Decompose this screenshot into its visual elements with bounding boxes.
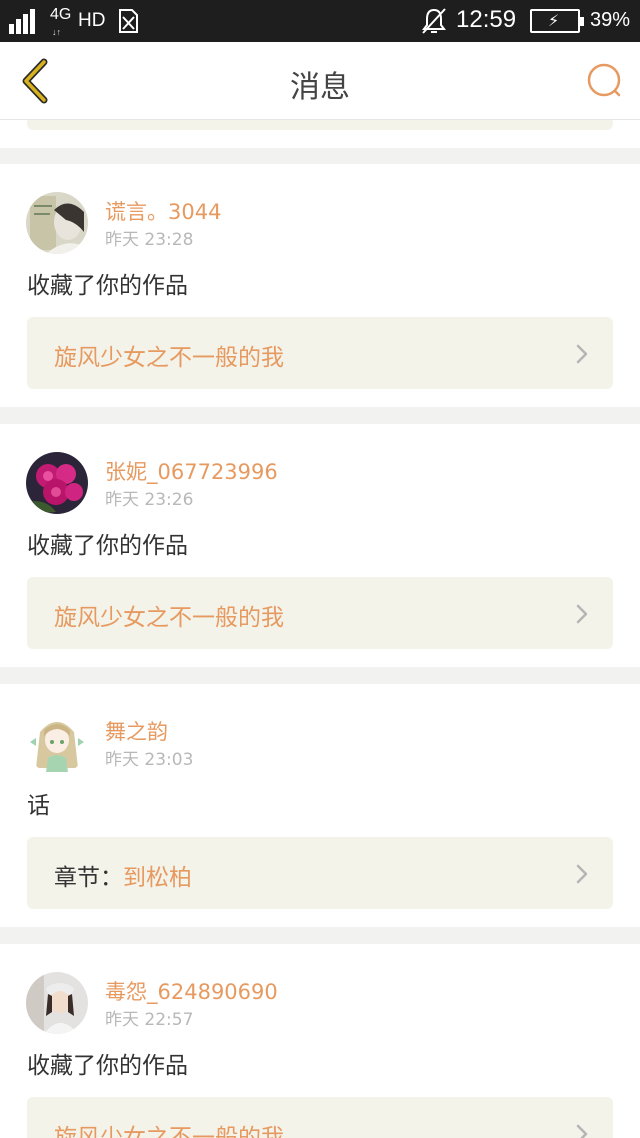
page-title: 消息 <box>290 70 350 105</box>
previous-message-tail <box>0 120 640 148</box>
avatar[interactable] <box>26 972 88 1034</box>
work-card[interactable]: 旋风少女之不一般的我 <box>27 577 613 649</box>
clock: 12:59 <box>456 6 517 33</box>
avatar[interactable] <box>26 192 88 254</box>
message-item[interactable]: 舞之韵 昨天 23:03 话 章节：到松柏 <box>0 684 640 927</box>
avatar[interactable] <box>26 712 88 774</box>
no-sim-icon <box>119 9 138 33</box>
work-card[interactable]: 旋风少女之不一般的我 <box>27 317 613 389</box>
card-title: 旋风少女之不一般的我 <box>54 1125 284 1138</box>
card-prefix: 章节： <box>54 865 123 891</box>
message-text: 话 <box>27 793 50 819</box>
app-header: 消息 <box>0 42 640 120</box>
chevron-right-icon <box>576 604 588 624</box>
message-item[interactable]: 谎言。3044 昨天 23:28 收藏了你的作品 旋风少女之不一般的我 <box>0 164 640 407</box>
message-item[interactable]: 毒怨_624890690 昨天 22:57 收藏了你的作品 旋风少女之不一般的我 <box>0 944 640 1138</box>
username[interactable]: 舞之韵 <box>105 716 168 746</box>
card-title: 旋风少女之不一般的我 <box>54 345 284 371</box>
status-bar: 4G ↓↑ HD 12:59 ⚡ 39% <box>0 0 640 42</box>
timestamp: 昨天 22:57 <box>105 1010 194 1030</box>
timestamp: 昨天 23:26 <box>105 490 194 510</box>
chevron-right-icon <box>576 864 588 884</box>
battery-percent: 39% <box>590 9 631 31</box>
chevron-right-icon <box>576 344 588 364</box>
signal-icon <box>9 8 41 34</box>
battery-icon: ⚡ <box>530 9 584 33</box>
message-list[interactable]: 谎言。3044 昨天 23:28 收藏了你的作品 旋风少女之不一般的我 张妮_0… <box>0 120 640 1138</box>
card-title: 旋风少女之不一般的我 <box>54 605 284 631</box>
message-text: 收藏了你的作品 <box>27 273 188 299</box>
timestamp: 昨天 23:28 <box>105 230 194 250</box>
card-title: 到松柏 <box>123 865 192 891</box>
work-card[interactable] <box>27 120 613 130</box>
chevron-right-icon <box>576 1124 588 1138</box>
message-text: 收藏了你的作品 <box>27 533 188 559</box>
timestamp: 昨天 23:03 <box>105 750 194 770</box>
username[interactable]: 谎言。3044 <box>105 196 221 226</box>
message-item[interactable]: 张妮_067723996 昨天 23:26 收藏了你的作品 旋风少女之不一般的我 <box>0 424 640 667</box>
username[interactable]: 毒怨_624890690 <box>105 976 278 1006</box>
notifications-off-icon <box>422 8 446 34</box>
hd-indicator: HD <box>78 10 106 31</box>
work-card[interactable]: 章节：到松柏 <box>27 837 613 909</box>
search-icon[interactable] <box>584 60 626 102</box>
work-card[interactable]: 旋风少女之不一般的我 <box>27 1097 613 1138</box>
message-text: 收藏了你的作品 <box>27 1053 188 1079</box>
username[interactable]: 张妮_067723996 <box>105 456 278 486</box>
network-type: 4G ↓↑ <box>50 6 72 38</box>
avatar[interactable] <box>26 452 88 514</box>
